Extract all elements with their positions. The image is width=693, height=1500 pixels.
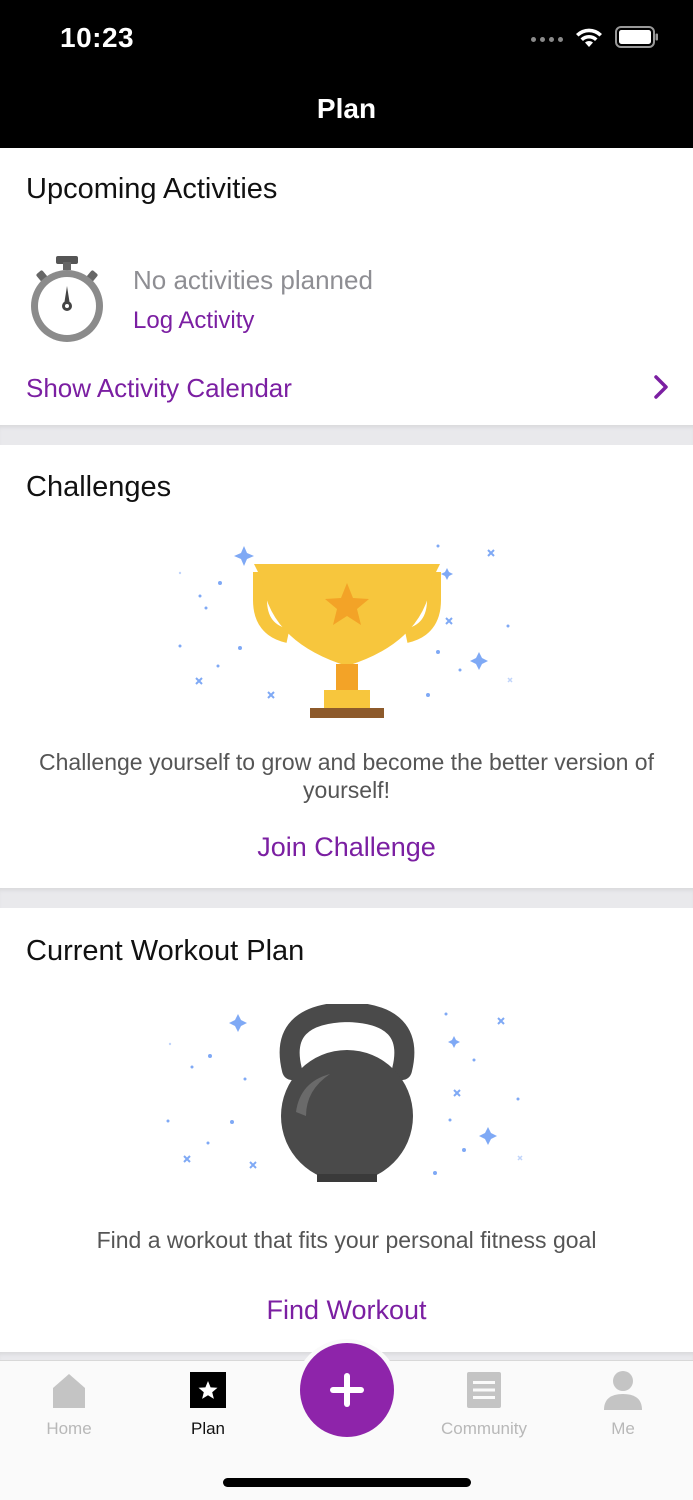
plus-icon (330, 1373, 364, 1407)
tab-home[interactable]: Home (14, 1370, 124, 1439)
status-time: 10:23 (60, 22, 135, 53)
status-icons (531, 26, 659, 48)
tab-plan-label: Plan (190, 1419, 226, 1438)
home-icon (53, 1374, 85, 1408)
log-activity-link[interactable]: Log Activity (133, 307, 254, 335)
home-indicator (223, 1478, 471, 1487)
tab-home-label: Home (46, 1419, 92, 1438)
challenges-title: Challenges (26, 471, 172, 503)
kettlebell-illustration (166, 1004, 523, 1182)
workout-description: Find a workout that fits your personal f… (96, 1227, 597, 1253)
no-activities-text: No activities planned (133, 265, 373, 295)
plan-star-icon (190, 1372, 226, 1408)
tab-plan[interactable]: Plan (153, 1370, 263, 1439)
stopwatch-icon (31, 256, 103, 342)
battery-icon (615, 26, 658, 48)
tab-community-label: Community (441, 1419, 527, 1438)
section-divider (0, 425, 693, 445)
upcoming-activities-title: Upcoming Activities (26, 173, 278, 205)
chevron-right-icon[interactable] (653, 374, 669, 400)
section-divider (0, 888, 693, 908)
find-workout-link[interactable]: Find Workout (0, 1295, 693, 1326)
nav-title: Plan (316, 93, 377, 124)
cellular-signal-icon (531, 32, 563, 42)
challenges-description: Challenge yourself to grow and become th… (39, 749, 654, 803)
community-list-icon (467, 1372, 501, 1408)
trophy-illustration (178, 544, 513, 718)
person-icon (604, 1371, 642, 1410)
tab-me[interactable]: Me (568, 1370, 678, 1439)
wifi-icon (576, 28, 602, 47)
tab-community[interactable]: Community (429, 1370, 539, 1439)
join-challenge-link[interactable]: Join Challenge (0, 832, 693, 863)
show-activity-calendar-link[interactable]: Show Activity Calendar (26, 373, 292, 404)
tab-me-label: Me (611, 1419, 635, 1438)
top-bar: 10:23 Plan (0, 0, 693, 148)
add-activity-button[interactable] (300, 1343, 394, 1437)
workout-plan-title: Current Workout Plan (26, 935, 305, 967)
